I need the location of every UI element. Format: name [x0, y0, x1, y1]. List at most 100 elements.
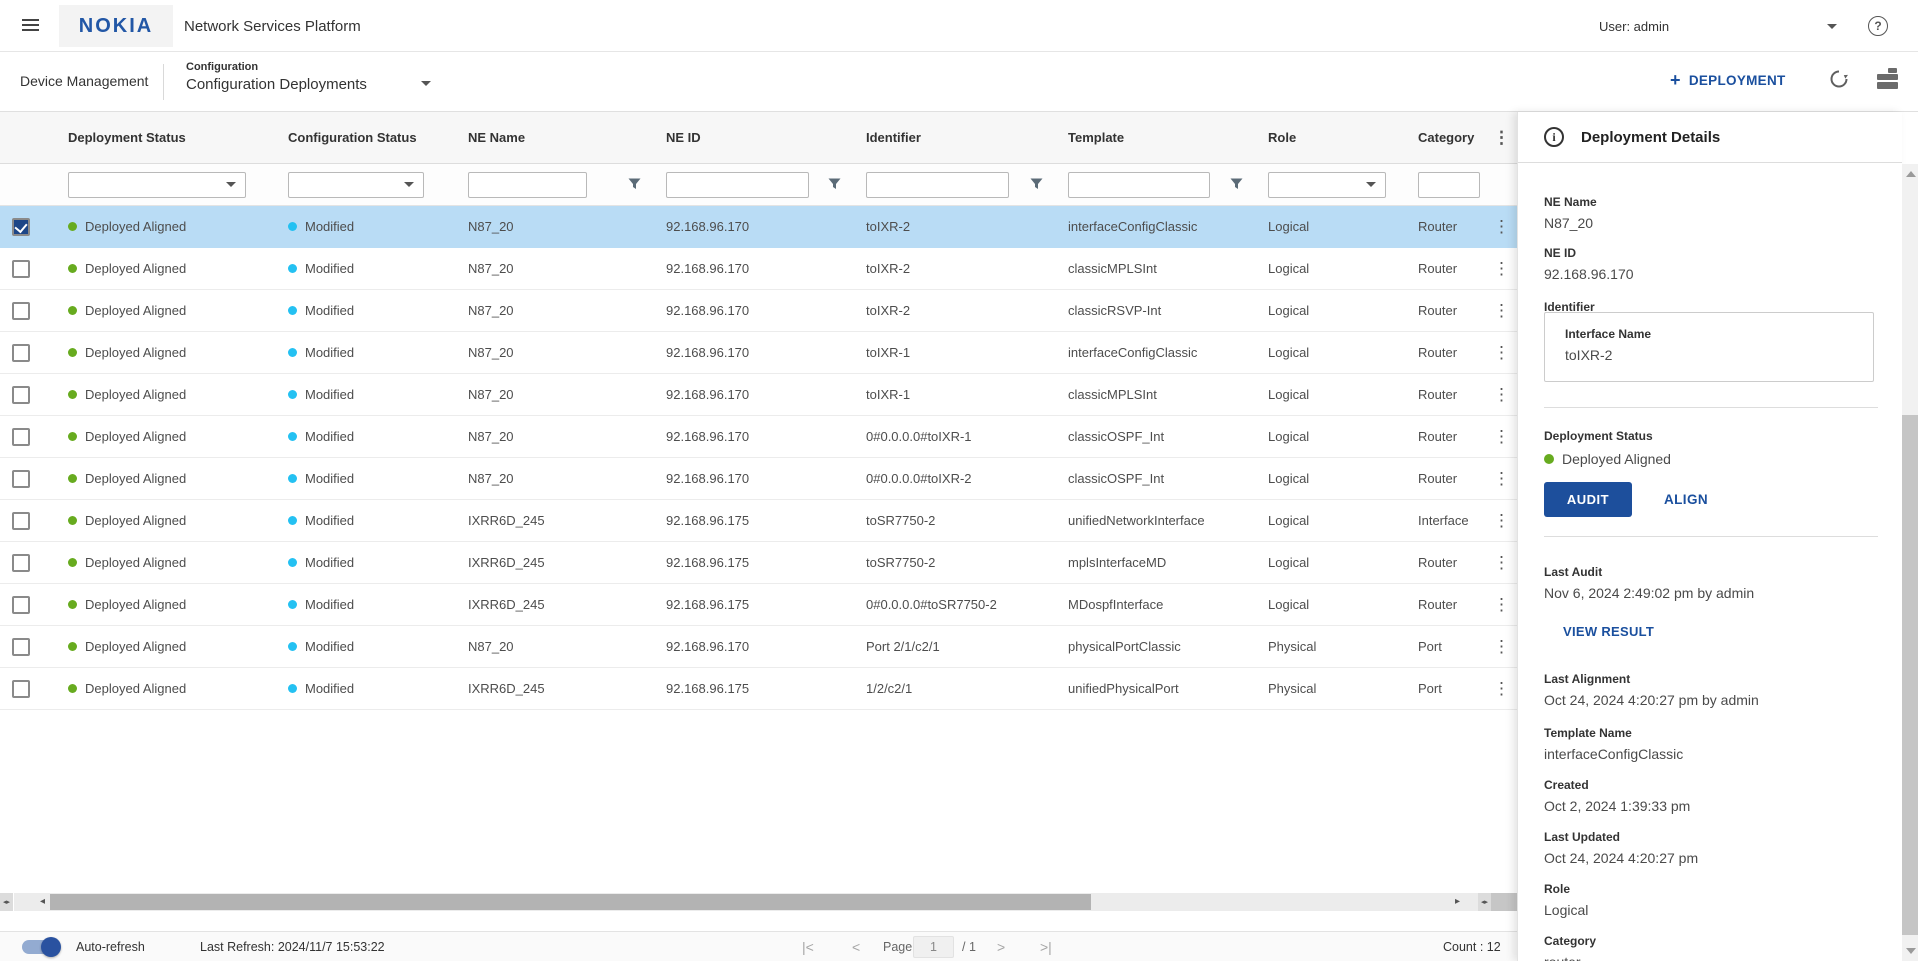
view-selector-caret-icon[interactable]	[421, 81, 431, 86]
row-menu-icon[interactable]: ⋮	[1493, 302, 1510, 319]
role-cell: Logical	[1268, 597, 1309, 612]
row-menu-icon[interactable]: ⋮	[1493, 428, 1510, 445]
filter-funnel-icon[interactable]	[1230, 178, 1243, 191]
ne-id-value: 92.168.96.170	[1544, 265, 1634, 283]
role-cell: Logical	[1268, 219, 1309, 234]
row-menu-icon[interactable]: ⋮	[1493, 680, 1510, 697]
last-page-icon[interactable]: >|	[1040, 932, 1052, 961]
row-checkbox[interactable]	[12, 554, 30, 572]
page-number-input[interactable]	[913, 936, 954, 958]
row-checkbox[interactable]	[12, 260, 30, 278]
filter-identifier-input[interactable]	[866, 172, 1009, 198]
horizontal-scrollbar-thumb[interactable]	[50, 894, 1091, 910]
row-checkbox[interactable]	[12, 218, 30, 236]
row-menu-icon[interactable]: ⋮	[1493, 512, 1510, 529]
scroll-down-arrow-icon[interactable]	[1906, 948, 1916, 954]
row-checkbox[interactable]	[12, 386, 30, 404]
column-header-category[interactable]: Category	[1406, 112, 1486, 163]
filter-funnel-icon[interactable]	[628, 178, 641, 191]
refresh-icon[interactable]	[1828, 68, 1850, 90]
next-page-icon[interactable]: >	[997, 932, 1005, 961]
template-cell: classicRSVP-Int	[1068, 303, 1161, 318]
column-header-ne-name[interactable]: NE Name	[456, 112, 654, 163]
table-row[interactable]: Deployed Aligned Modified IXRR6D_245 92.…	[0, 542, 1517, 584]
table-settings-icon[interactable]	[1876, 68, 1899, 89]
align-button[interactable]: ALIGN	[1664, 482, 1708, 517]
role-cell: Logical	[1268, 429, 1309, 444]
scroll-right-arrow-icon[interactable]: ▸	[1455, 893, 1460, 911]
row-menu-icon[interactable]: ⋮	[1493, 554, 1510, 571]
auto-refresh-toggle[interactable]	[22, 940, 59, 954]
row-checkbox[interactable]	[12, 470, 30, 488]
column-header-template[interactable]: Template	[1056, 112, 1256, 163]
row-menu-icon[interactable]: ⋮	[1493, 638, 1510, 655]
table-row[interactable]: Deployed Aligned Modified N87_20 92.168.…	[0, 206, 1517, 248]
filter-funnel-icon[interactable]	[828, 178, 841, 191]
filter-configuration-status-select[interactable]	[288, 172, 424, 198]
template-cell: classicOSPF_Int	[1068, 429, 1164, 444]
scroll-left-arrow-icon[interactable]: ◂	[40, 893, 45, 911]
table-row[interactable]: Deployed Aligned Modified IXRR6D_245 92.…	[0, 668, 1517, 710]
hamburger-menu-icon[interactable]	[22, 19, 39, 32]
table-row[interactable]: Deployed Aligned Modified N87_20 92.168.…	[0, 290, 1517, 332]
view-selector[interactable]: Configuration Configuration Deployments	[186, 61, 367, 93]
row-menu-icon[interactable]: ⋮	[1493, 344, 1510, 361]
filter-deployment-status-select[interactable]	[68, 172, 246, 198]
column-header-role[interactable]: Role	[1256, 112, 1406, 163]
filter-ne-name-input[interactable]	[468, 172, 587, 198]
vertical-scrollbar[interactable]	[1902, 164, 1918, 961]
deployment-status-dot	[68, 558, 77, 567]
filter-category-input[interactable]	[1418, 172, 1480, 198]
toggle-knob[interactable]	[41, 937, 61, 957]
filter-funnel-icon[interactable]	[1030, 178, 1043, 191]
table-row[interactable]: Deployed Aligned Modified IXRR6D_245 92.…	[0, 584, 1517, 626]
column-header-deployment-status[interactable]: Deployment Status	[56, 112, 276, 163]
context-device-management[interactable]: Device Management	[20, 73, 148, 89]
vertical-scrollbar-thumb[interactable]	[1902, 415, 1918, 935]
row-checkbox[interactable]	[12, 638, 30, 656]
row-menu-icon[interactable]: ⋮	[1493, 596, 1510, 613]
interface-name-value: toIXR-2	[1565, 346, 1873, 364]
column-header-ne-id[interactable]: NE ID	[654, 112, 854, 163]
filter-role-select[interactable]	[1268, 172, 1386, 198]
table-row[interactable]: Deployed Aligned Modified N87_20 92.168.…	[0, 626, 1517, 668]
row-checkbox[interactable]	[12, 344, 30, 362]
scroll-split-right-icon[interactable]: ◂▸	[1478, 893, 1491, 911]
table-row[interactable]: Deployed Aligned Modified N87_20 92.168.…	[0, 374, 1517, 416]
configuration-status-cell: Modified	[305, 219, 354, 234]
row-menu-icon[interactable]: ⋮	[1493, 470, 1510, 487]
row-menu-icon[interactable]: ⋮	[1493, 218, 1510, 235]
audit-button[interactable]: AUDIT	[1544, 482, 1632, 517]
row-menu-icon[interactable]: ⋮	[1493, 386, 1510, 403]
help-icon[interactable]: ?	[1868, 16, 1888, 36]
deployment-status-dot	[68, 348, 77, 357]
filter-template-input[interactable]	[1068, 172, 1210, 198]
configuration-status-dot	[288, 222, 297, 231]
scroll-up-arrow-icon[interactable]	[1906, 171, 1916, 177]
app-root: NOKIA Network Services Platform User: ad…	[0, 0, 1918, 961]
user-menu-caret-icon[interactable]	[1827, 24, 1837, 29]
table-row[interactable]: Deployed Aligned Modified N87_20 92.168.…	[0, 416, 1517, 458]
view-result-link[interactable]: VIEW RESULT	[1563, 624, 1654, 639]
ne-name-cell: IXRR6D_245	[468, 597, 545, 612]
user-menu[interactable]: User: admin	[1599, 19, 1669, 34]
filter-ne-id-input[interactable]	[666, 172, 809, 198]
row-checkbox[interactable]	[12, 428, 30, 446]
row-menu-icon[interactable]: ⋮	[1493, 260, 1510, 277]
row-checkbox[interactable]	[12, 302, 30, 320]
table-row[interactable]: Deployed Aligned Modified N87_20 92.168.…	[0, 248, 1517, 290]
column-header-identifier[interactable]: Identifier	[854, 112, 1056, 163]
previous-page-icon[interactable]: <	[852, 932, 860, 961]
column-header-configuration-status[interactable]: Configuration Status	[276, 112, 456, 163]
table-row[interactable]: Deployed Aligned Modified N87_20 92.168.…	[0, 332, 1517, 374]
column-config-menu-icon[interactable]: ⋮	[1493, 129, 1510, 146]
first-page-icon[interactable]: |<	[802, 932, 814, 961]
table-row[interactable]: Deployed Aligned Modified IXRR6D_245 92.…	[0, 500, 1517, 542]
row-checkbox[interactable]	[12, 512, 30, 530]
row-checkbox[interactable]	[12, 680, 30, 698]
deployment-status-cell: Deployed Aligned	[85, 345, 186, 360]
scroll-split-left-icon[interactable]: ◂▸	[0, 893, 13, 911]
row-checkbox[interactable]	[12, 596, 30, 614]
add-deployment-button[interactable]: + DEPLOYMENT	[1670, 70, 1786, 90]
table-row[interactable]: Deployed Aligned Modified N87_20 92.168.…	[0, 458, 1517, 500]
